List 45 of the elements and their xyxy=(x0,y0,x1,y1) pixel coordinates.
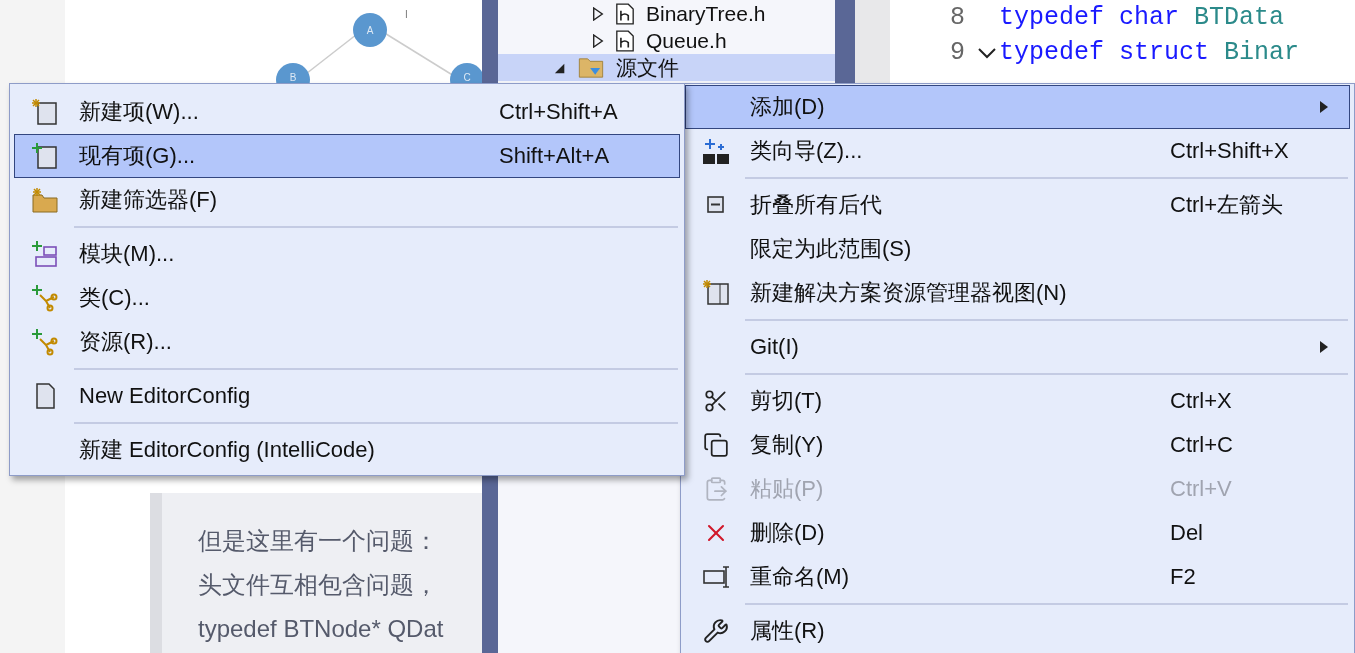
menu-item[interactable]: 限定为此范围(S) xyxy=(685,227,1350,271)
new-folder-icon xyxy=(30,185,60,215)
menu-item[interactable]: 添加(D) xyxy=(685,85,1350,129)
menu-item[interactable]: 折叠所有后代 Ctrl+左箭头 xyxy=(685,183,1350,227)
collapsed-triangle-icon[interactable] xyxy=(592,6,604,21)
tree-item[interactable]: Queue.h xyxy=(498,27,835,54)
add-document-icon xyxy=(30,141,60,171)
header-file-icon xyxy=(616,29,634,52)
line-number: 9 xyxy=(949,38,965,67)
menu-item[interactable]: 新建解决方案资源管理器视图(N) xyxy=(685,271,1350,315)
quote-text: 头文件互相包含问题， xyxy=(198,570,439,600)
class-wizard-icon xyxy=(701,136,731,166)
tree-item[interactable]: BinaryTree.h xyxy=(498,0,835,27)
collapsed-triangle-icon[interactable] xyxy=(592,33,604,48)
add-class-icon xyxy=(30,327,60,357)
paste-icon xyxy=(703,476,729,502)
copy-icon xyxy=(703,432,729,458)
code-line: typedef struct Binar xyxy=(999,38,1300,67)
code-line: typedef char BTData xyxy=(999,3,1285,32)
quote-text: 但是这里有一个问题： xyxy=(198,526,439,556)
menu-item[interactable]: New EditorConfig xyxy=(14,374,680,418)
menu-item[interactable]: 重命名(M) F2 xyxy=(685,555,1350,599)
wrench-icon xyxy=(703,618,729,644)
tree-item[interactable]: 源文件 xyxy=(498,54,835,81)
line-number: 8 xyxy=(949,3,965,32)
menu-item[interactable]: 新建筛选器(F) xyxy=(14,178,680,222)
menu-item[interactable]: 类向导(Z)... Ctrl+Shift+X xyxy=(685,129,1350,173)
add-class-icon xyxy=(30,283,60,313)
menu-item[interactable]: 属性(R) xyxy=(685,609,1350,653)
folder-icon xyxy=(578,57,604,78)
add-module-icon xyxy=(30,239,60,269)
new-item-icon xyxy=(30,97,60,127)
menu-item[interactable]: 新建项(W)... Ctrl+Shift+A xyxy=(14,90,680,134)
menu-item[interactable]: 类(C)... xyxy=(14,276,680,320)
menu-item[interactable]: 新建 EditorConfig (IntelliCode) xyxy=(14,428,680,472)
menu-item[interactable]: Git(I) xyxy=(685,325,1350,369)
new-window-icon xyxy=(701,278,731,308)
menu-item[interactable]: 资源(R)... xyxy=(14,320,680,364)
quote-text: typedef BTNode* QDat xyxy=(198,614,445,644)
menu-item[interactable]: 现有项(G)... Shift+Alt+A xyxy=(14,134,680,178)
menu-item[interactable]: 模块(M)... xyxy=(14,232,680,276)
menu-item[interactable]: 删除(D) Del xyxy=(685,511,1350,555)
menu-item[interactable]: 复制(Y) Ctrl+C xyxy=(685,423,1350,467)
menu-item[interactable]: 剪切(T) Ctrl+X xyxy=(685,379,1350,423)
fold-chevron-down-icon[interactable] xyxy=(977,45,997,60)
